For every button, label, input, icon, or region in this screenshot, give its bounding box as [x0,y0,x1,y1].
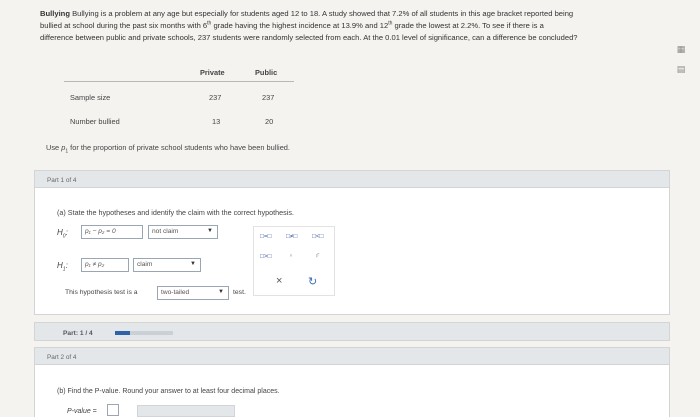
row-label: Sample size [70,93,111,102]
progress-fill [115,331,130,335]
progress-label: Part: 1 / 4 [63,330,93,337]
part-b-title: (b) Find the P-value. Round your answer … [57,388,280,395]
not-equal-symbol-button[interactable]: □≠□ [286,233,297,240]
h0-claim-value: not claim [152,228,179,235]
h1-claim-value: claim [137,261,153,268]
answer-toolbar [137,405,235,417]
problem-line-3: difference between public and private sc… [40,33,578,42]
problem-line-1: Bullying is a problem at any age but esp… [72,9,574,18]
progress-bar-card: Part: 1 / 4 [34,322,670,341]
use-prefix: Use [46,143,62,152]
problem-statement: Bullying Bullying is a problem at any ag… [40,8,660,44]
cell-public: 237 [262,93,275,102]
test-prefix: This hypothesis test is a [65,289,138,296]
header-public: Public [255,68,278,77]
equal-symbol-button[interactable]: □=□ [260,233,271,240]
cell-private: 13 [212,117,221,126]
h0-label: H0: [57,228,68,240]
table-row: Number bullied 13 20 [64,117,294,131]
table-row: Sample size 237 237 [64,93,294,107]
problem-line-2a: bullied at school during the past six mo… [40,21,208,30]
h0-sub: 0 [62,233,66,240]
clear-x-icon[interactable]: × [276,275,282,287]
test-suffix: test. [233,289,246,296]
row-label: Number bullied [70,117,120,126]
side-tools: ▦ ▤ [674,42,690,82]
pvalue-input[interactable] [107,404,119,416]
chevron-down-icon: ▼ [218,289,224,295]
part-2-card: Part 2 of 4 (b) Find the P-value. Round … [34,347,670,417]
use-suffix: for the proportion of private school stu… [68,143,290,152]
problem-line-2c: grade the lowest at 2.2%. To see if ther… [392,21,544,30]
h0-claim-select[interactable]: not claim ▼ [148,225,218,239]
calculator-icon[interactable]: ▦ [674,44,688,56]
test-type-value: two-tailed [161,289,190,296]
p-hat-symbol-button[interactable]: ᵖ̂ [316,253,318,260]
data-icon[interactable]: ▤ [674,64,688,76]
table-header-row: Private Public [64,66,294,82]
part-2-header: Part 2 of 4 [35,348,669,365]
undo-icon[interactable]: ↻ [308,275,317,288]
greater-than-symbol-button[interactable]: □>□ [260,253,271,260]
cell-private: 237 [209,93,222,102]
pvalue-label: P-value = [67,408,97,415]
h1-claim-select[interactable]: claim ▼ [133,258,201,272]
test-type-select[interactable]: two-tailed ▼ [157,286,229,300]
h1-sub: 1 [62,266,66,273]
cell-public: 20 [265,117,274,126]
test-type-sentence: This hypothesis test is a [65,289,138,296]
h1-label: H1: [57,261,68,273]
progress-track [115,331,173,335]
less-than-symbol-button[interactable]: □<□ [312,233,323,240]
chevron-down-icon: ▼ [207,228,213,234]
part-a-title: (a) State the hypotheses and identify th… [57,208,294,217]
chevron-down-icon: ▼ [190,261,196,267]
symbol-palette: □=□ □≠□ □<□ □>□ ⁿ ᵖ̂ × ↻ [253,226,335,296]
h1-expression-input[interactable]: p₁ ≠ p₂ [81,258,129,272]
n-symbol-button[interactable]: ⁿ [290,253,292,260]
problem-title: Bullying [40,9,70,18]
part-1-card: Part 1 of 4 (a) State the hypotheses and… [34,170,670,315]
variable-definition: Use p1 for the proportion of private sch… [46,143,290,154]
h0-expression-input[interactable]: p₁ − p₂ = 0 [81,225,143,239]
part-1-header: Part 1 of 4 [35,171,669,188]
problem-line-2b: grade having the highest incidence at 13… [211,21,389,30]
header-private: Private [200,68,225,77]
